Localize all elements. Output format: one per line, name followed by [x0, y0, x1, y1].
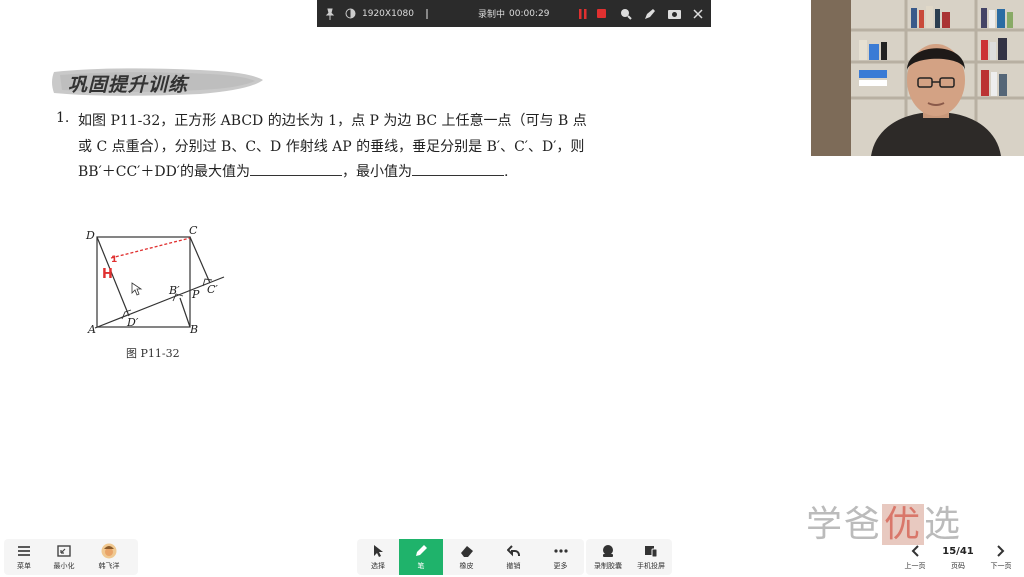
prev-page-label: 上一页 — [904, 562, 926, 570]
pager: 上一页 15/41 页码 下一页 — [896, 539, 1020, 575]
square-abcd — [96, 236, 191, 328]
user-button[interactable]: 韩飞洋 — [84, 539, 134, 575]
section-title: 巩固提升训练 — [68, 74, 189, 96]
minimize-button[interactable]: 最小化 — [44, 539, 84, 575]
label-b-prime: B′ — [168, 284, 180, 297]
prev-page-button[interactable]: 上一页 — [896, 539, 934, 575]
more-label: 更多 — [553, 562, 568, 570]
label-c-prime: C′ — [207, 283, 218, 296]
pin-icon[interactable] — [325, 8, 335, 20]
stop-icon[interactable] — [597, 9, 607, 18]
undo-button[interactable]: 撤销 — [490, 539, 537, 575]
pen-tool-button[interactable]: 笔 — [399, 539, 443, 575]
label-a: A — [87, 323, 96, 336]
recording-time: 00:00:29 — [509, 8, 550, 19]
annotation-h: H — [102, 267, 113, 282]
minimize-icon — [57, 543, 71, 559]
recording-status: 录制中 — [477, 10, 505, 20]
record-capsule-label: 录制胶囊 — [594, 562, 622, 570]
phone-cast-label: 手机投屏 — [637, 562, 665, 570]
menu-icon — [17, 543, 31, 559]
pointer-icon — [372, 543, 384, 559]
chevron-right-icon — [997, 543, 1005, 559]
select-tool-button[interactable]: 选择 — [357, 539, 399, 575]
pen-icon[interactable] — [644, 8, 656, 20]
menu-label: 菜单 — [17, 562, 31, 570]
watermark-text-a: 学爸 — [806, 504, 883, 545]
segment-b-bprime — [179, 297, 191, 328]
phone-cast-icon — [644, 543, 658, 559]
page-number-label: 页码 — [951, 562, 965, 570]
undo-label: 撤销 — [506, 562, 521, 570]
pen-icon — [414, 543, 428, 559]
ray-ap — [94, 276, 225, 329]
eraser-tool-label: 橡皮 — [459, 562, 474, 570]
question-line-1: 如图 P11-32，正方形 ABCD 的边长为 1，点 P 为边 BC 上任意一… — [78, 113, 587, 129]
eraser-tool-button[interactable]: 橡皮 — [443, 539, 490, 575]
record-capsule-button[interactable]: 录制胶囊 — [586, 539, 630, 575]
pause-icon[interactable] — [579, 8, 587, 19]
select-tool-label: 选择 — [371, 562, 385, 570]
geometry-figure: H 1 D C A B P B′ C′ D′ — [85, 224, 225, 336]
question-line-3: BB′＋CC′＋DD′的最大值为 ，最小值为. — [78, 161, 508, 181]
pen-tool-label: 笔 — [417, 562, 425, 570]
cursor-icon — [131, 282, 143, 296]
label-d: D — [85, 229, 95, 242]
avatar — [101, 543, 117, 559]
next-page-label: 下一页 — [990, 562, 1012, 570]
webcam-feed — [811, 0, 1024, 156]
mic-level-icon — [424, 8, 430, 20]
page-number-button[interactable]: 15/41 页码 — [934, 539, 982, 575]
toolbar-right: 录制胶囊 手机投屏 — [586, 539, 672, 575]
label-b: B — [189, 323, 198, 336]
magnifier-icon[interactable] — [620, 8, 633, 20]
eraser-icon — [460, 543, 474, 559]
page-indicator: 15/41 — [942, 545, 974, 557]
toolbar-left: 菜单 最小化 韩飞洋 — [4, 539, 138, 575]
phone-cast-button[interactable]: 手机投屏 — [630, 539, 672, 575]
record-capsule-icon — [601, 543, 615, 559]
label-c: C — [189, 224, 198, 237]
annotation-1: 1 — [111, 255, 117, 265]
recording-toolbar: 1920X1080 录制中 00:00:29 — [317, 0, 711, 27]
undo-icon — [506, 543, 521, 559]
close-icon[interactable] — [693, 8, 703, 19]
contrast-icon[interactable] — [345, 8, 356, 19]
question-line-3-a: BB′＋CC′＋DD′的最大值为 — [78, 164, 250, 180]
question-line-3-c: . — [504, 164, 509, 180]
camera-icon[interactable] — [668, 8, 682, 19]
figure-caption: 图 P11-32 — [126, 347, 180, 360]
segment-c-cprime — [189, 236, 211, 284]
question-line-3-b: ，最小值为 — [342, 164, 412, 180]
toolbar-center: 选择 笔 橡皮 撤销 更多 — [357, 539, 584, 575]
resolution-label[interactable]: 1920X1080 — [362, 9, 414, 19]
label-p: P — [191, 288, 200, 301]
label-d-prime: D′ — [126, 316, 139, 329]
next-page-button[interactable]: 下一页 — [982, 539, 1020, 575]
question-line-2: 或 C 点重合），分别过 B、C、D 作射线 AP 的垂线，垂足分别是 B′、C… — [78, 139, 585, 155]
answer-blank-max[interactable] — [250, 163, 342, 176]
menu-button[interactable]: 菜单 — [4, 539, 44, 575]
more-button[interactable]: 更多 — [537, 539, 584, 575]
more-icon — [553, 543, 568, 559]
user-name: 韩飞洋 — [98, 562, 120, 570]
question-number: 1. — [56, 110, 70, 126]
annotation-dashed-line — [110, 237, 191, 259]
minimize-label: 最小化 — [53, 562, 75, 570]
chevron-left-icon — [911, 543, 919, 559]
answer-blank-min[interactable] — [412, 163, 504, 176]
